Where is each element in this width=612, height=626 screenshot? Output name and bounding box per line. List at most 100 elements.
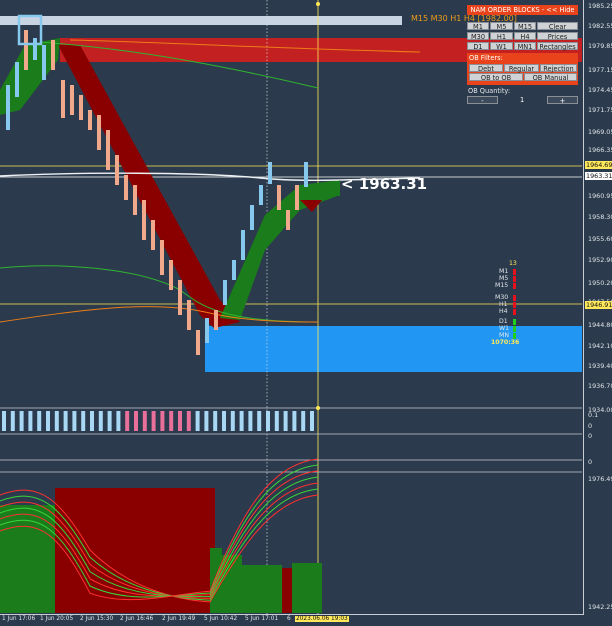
time-tick: 2023.06.06 19:03 [295,616,349,622]
histogram-bar [107,411,112,431]
price-tick: 1964.69 [585,161,612,169]
candle [259,185,263,205]
price-tick: 1960.95 [588,192,612,200]
tf-signal-w1 [513,326,516,332]
price-tick: 1942.10 [588,342,612,350]
resistance-band-top [0,16,402,25]
time-axis: 1 Jun 17:06 1 Jun 20:05 2 Jun 15:30 2 Jun 1… [0,614,583,626]
histogram-bar [19,411,24,431]
histogram-bar [248,411,253,431]
time-tick: 1 Jun 20:05 [40,616,74,622]
candle [6,85,10,130]
time-tick: 5 Jun 17:01 [245,616,279,622]
time-tick: 5 Jun 10:42 [204,616,238,622]
histogram-bar [239,411,244,431]
price-tick: 1982.55 [588,22,612,30]
candle [15,62,19,97]
time-tick: 2 Jun 16:46 [120,616,154,622]
tf-button-mn1[interactable]: MN1 [514,42,536,51]
histogram-bar [63,411,68,431]
candle [250,205,254,230]
candle [214,310,218,330]
candle [268,162,272,184]
tf-label-w1: W1 [499,325,510,332]
histogram-bar [266,411,270,431]
histogram-bar [54,411,59,431]
candle [178,280,182,315]
candle [205,318,209,343]
price-tick: 1979.85 [588,42,612,50]
histogram-bar [81,411,86,431]
quantity-plus-button[interactable]: + [547,96,578,105]
filter-ob-to-ob-button[interactable]: OB to OB [469,73,523,82]
candle [187,300,191,330]
order-block-zone [205,326,582,372]
histogram-bar [134,411,138,431]
filter-rejection-button[interactable]: Rejection [540,64,577,73]
timeframes-overlay-text: M15 M30 H1 H4 [1982.00] [411,14,517,23]
candle [33,38,37,60]
oscillator-bar [170,515,180,613]
price-tick: 1944.80 [588,321,612,329]
ma-orange [0,306,319,323]
candle [88,110,92,130]
candle [304,162,308,187]
histogram-bar [151,411,156,431]
filters-label: OB Filters: [469,54,503,62]
tf-signal-h4 [513,309,516,315]
tf-button-h1[interactable]: H1 [490,32,513,41]
price-tick: 1958.30 [588,213,612,221]
candle [160,240,164,275]
oscillator-bar [242,565,282,613]
candle [70,85,74,115]
histogram-bar [125,411,130,431]
ma-green-fast [0,265,319,323]
candle [51,40,55,70]
tf-button-m15[interactable]: M15 [514,22,536,31]
price-tick: 1971.75 [588,106,612,114]
tf-button-w1[interactable]: W1 [490,42,513,51]
time-tick: 1 Jun 17:06 [2,616,36,622]
histogram-bar [10,411,15,431]
tf-button-m5[interactable]: M5 [490,22,513,31]
histogram-bar [301,411,306,431]
time-line-dot [316,2,320,6]
quantity-minus-button[interactable]: - [467,96,498,105]
price-tick: 1966.35 [588,146,612,154]
histogram-bar [37,411,42,431]
current-price-label: < 1963.31 [341,175,428,193]
oscillator-bar [222,555,242,613]
tf-signal-h1 [513,302,516,308]
histogram-bar [160,411,165,431]
candle [223,280,227,305]
histogram-bar [116,411,121,431]
candle [286,210,290,230]
tf-button-m30[interactable]: M30 [467,32,489,41]
tf-button-h4[interactable]: H4 [514,32,536,41]
candle [169,260,173,290]
histogram-bar [186,411,191,431]
candle [295,185,299,210]
candle [277,185,281,210]
histogram-bar [213,411,218,431]
tf-button-clear[interactable]: Clear [537,22,578,31]
price-axis: 1985.25 1982.55 1979.85 1977.15 1974.45 1971.… [583,0,612,615]
candle [24,30,28,70]
price-tick: 1952.90 [588,256,612,264]
tf-button-prices[interactable]: Prices [537,32,578,41]
quantity-value: 1 [520,96,525,104]
price-tick: 1955.60 [588,235,612,243]
filter-ob-manual-button[interactable]: OB Manual [524,73,577,82]
tf-button-m1[interactable]: M1 [467,22,489,31]
price-tick: 1974.45 [588,86,612,94]
tf-button-d1[interactable]: D1 [467,42,489,51]
candle [115,155,119,185]
candle [142,200,146,240]
histogram-bar [178,411,182,431]
filter-regular-button[interactable]: Regular [504,64,539,73]
candle [241,230,245,260]
tf-button-rectangles[interactable]: Rectangles [537,42,578,51]
timer-label: 1070:36 [491,339,520,346]
histogram-bar [257,411,262,431]
filter-debt-button[interactable]: Debt [469,64,503,73]
